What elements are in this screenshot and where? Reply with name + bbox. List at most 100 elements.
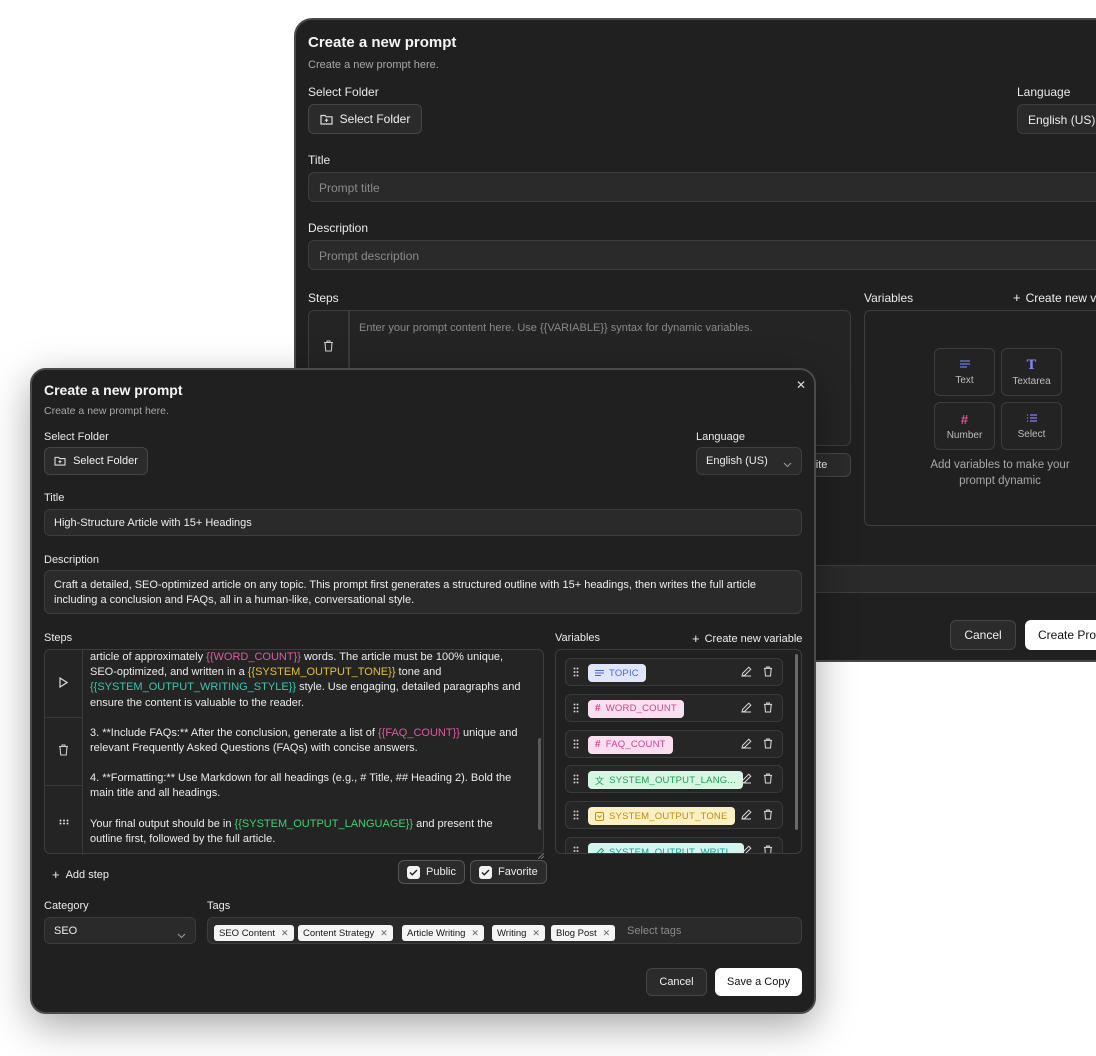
add-step-button[interactable]: + Add step — [52, 867, 109, 882]
play-step-button[interactable] — [45, 650, 82, 718]
tag-chip: Blog Post ✕ — [551, 925, 616, 941]
trash-icon[interactable] — [763, 738, 773, 752]
select-folder-button[interactable]: Select Folder — [308, 104, 422, 134]
var-type-textarea[interactable]: T Textarea — [1001, 348, 1062, 396]
create-variable-label: Create new variable — [704, 632, 803, 645]
language-value: English (US) — [1028, 113, 1096, 127]
remove-tag-icon[interactable]: ✕ — [603, 928, 611, 939]
folder-plus-icon — [320, 114, 333, 125]
variables-panel: Text T Textarea # Number Select Add vari… — [864, 310, 1096, 526]
variable-reference: {{WORD_COUNT}} — [206, 651, 301, 663]
variables-scrollbar[interactable] — [795, 654, 798, 830]
steps-scrollbar[interactable] — [538, 738, 541, 830]
tag-chip: SEO Content ✕ — [214, 925, 294, 941]
trash-icon — [323, 339, 334, 352]
close-icon[interactable]: ✕ — [796, 378, 806, 392]
hash-icon: # — [960, 411, 969, 427]
category-select[interactable]: SEO — [44, 917, 196, 944]
title-label: Title — [308, 153, 331, 167]
hash-icon: # — [595, 739, 601, 751]
step-text: 3. **Include FAQs:** After the conclusio… — [90, 726, 378, 739]
steps-content[interactable]: article of approximately {{WORD_COUNT}} … — [90, 650, 522, 847]
grip-vertical-icon[interactable] — [573, 773, 579, 787]
plus-icon: + — [1013, 290, 1021, 305]
tag-label: Blog Post — [556, 927, 597, 939]
cancel-button[interactable]: Cancel — [950, 620, 1016, 650]
tags-placeholder: Select tags — [627, 925, 682, 937]
t-letter-icon: T — [1026, 357, 1037, 373]
language-select[interactable]: English (US) — [696, 447, 802, 475]
description-input[interactable]: Prompt description — [308, 240, 1096, 270]
variable-row[interactable]: # WORD_COUNT — [565, 693, 783, 722]
category-value: SEO — [54, 925, 78, 937]
trash-icon[interactable] — [763, 773, 773, 787]
variable-reference: {{SYSTEM_OUTPUT_WRITING_STYLE}} — [90, 681, 297, 694]
delete-step-button[interactable] — [45, 718, 82, 786]
variable-row[interactable]: SYSTEM_OUTPUT_WRITI... — [565, 837, 783, 853]
language-select[interactable]: English (US) — [1017, 104, 1096, 134]
var-type-select[interactable]: Select — [1001, 402, 1062, 450]
remove-tag-icon[interactable]: ✕ — [532, 928, 540, 939]
remove-tag-icon[interactable]: ✕ — [380, 928, 388, 939]
chevron-down-icon — [783, 457, 792, 471]
edit-icon[interactable] — [741, 773, 752, 787]
var-type-text[interactable]: Text — [934, 348, 995, 396]
trash-icon[interactable] — [763, 809, 773, 823]
variable-row[interactable]: SYSTEM_OUTPUT_TONE — [565, 801, 783, 830]
trash-icon[interactable] — [763, 666, 773, 680]
select-folder-button[interactable]: Select Folder — [44, 447, 148, 475]
var-type-number[interactable]: # Number — [934, 402, 995, 450]
grip-vertical-icon[interactable] — [573, 702, 579, 716]
grip-vertical-icon[interactable] — [573, 666, 579, 680]
public-checkbox[interactable]: Public — [398, 860, 465, 884]
edit-icon[interactable] — [741, 809, 752, 823]
description-input[interactable]: Craft a detailed, SEO-optimized article … — [44, 570, 802, 614]
select-folder-label: Select Folder — [73, 455, 138, 467]
var-type-textarea-label: Textarea — [1012, 375, 1051, 387]
step-text: tone and — [395, 666, 442, 679]
edit-icon[interactable] — [741, 666, 752, 680]
checkmark-icon — [479, 865, 492, 879]
remove-tag-icon[interactable]: ✕ — [281, 928, 289, 939]
variable-name: TOPIC — [609, 667, 639, 679]
step-paragraph: 4. **Formatting:** Use Markdown for all … — [90, 772, 512, 800]
tag-label: Writing — [497, 927, 527, 939]
edit-icon[interactable] — [741, 845, 752, 853]
edit-icon[interactable] — [741, 702, 752, 716]
tags-input[interactable]: SEO Content ✕ Content Strategy ✕ Article W… — [207, 917, 802, 944]
create-prompt-button[interactable]: Create Pro — [1025, 620, 1096, 650]
title-placeholder: Prompt title — [319, 181, 380, 195]
plus-icon: + — [52, 867, 60, 882]
title-label: Title — [44, 492, 65, 504]
grip-vertical-icon[interactable] — [573, 738, 579, 752]
variable-reference: {{SYSTEM_OUTPUT_LANGUAGE}} — [234, 817, 414, 830]
trash-icon[interactable] — [763, 702, 773, 716]
add-step-label: Add step — [65, 868, 110, 881]
checkmark-icon — [407, 865, 420, 879]
save-copy-button[interactable]: Save a Copy — [715, 968, 802, 996]
grip-vertical-icon[interactable] — [573, 845, 579, 853]
step-paragraph: Your final output should be in {{SYSTEM_… — [90, 817, 522, 847]
steps-label: Steps — [308, 291, 339, 305]
cancel-label: Cancel — [964, 628, 1002, 642]
trash-icon[interactable] — [763, 845, 773, 853]
grip-vertical-icon[interactable] — [573, 809, 579, 823]
variable-row[interactable]: # FAQ_COUNT — [565, 729, 783, 758]
steps-placeholder: Enter your prompt content here. Use {{VA… — [359, 322, 753, 334]
edit-icon[interactable] — [741, 738, 752, 752]
folder-plus-icon — [54, 456, 66, 466]
remove-tag-icon[interactable]: ✕ — [471, 928, 479, 939]
variables-label: Variables — [864, 291, 914, 305]
title-input[interactable]: High-Structure Article with 15+ Headings — [44, 509, 802, 536]
hash-icon: # — [595, 703, 601, 715]
drag-step-handle[interactable] — [45, 786, 82, 855]
create-variable-link[interactable]: + Create new v — [1013, 290, 1096, 305]
tag-label: SEO Content — [219, 927, 275, 939]
title-input[interactable]: Prompt title — [308, 172, 1096, 202]
cancel-button[interactable]: Cancel — [646, 968, 707, 996]
variable-row[interactable]: 文 SYSTEM_OUTPUT_LANG... — [565, 765, 783, 794]
favorite-checkbox[interactable]: Favorite — [470, 860, 547, 884]
steps-label: Steps — [44, 632, 73, 644]
variable-row[interactable]: TOPIC — [565, 658, 783, 686]
create-variable-link[interactable]: + Create new variable — [692, 631, 802, 646]
